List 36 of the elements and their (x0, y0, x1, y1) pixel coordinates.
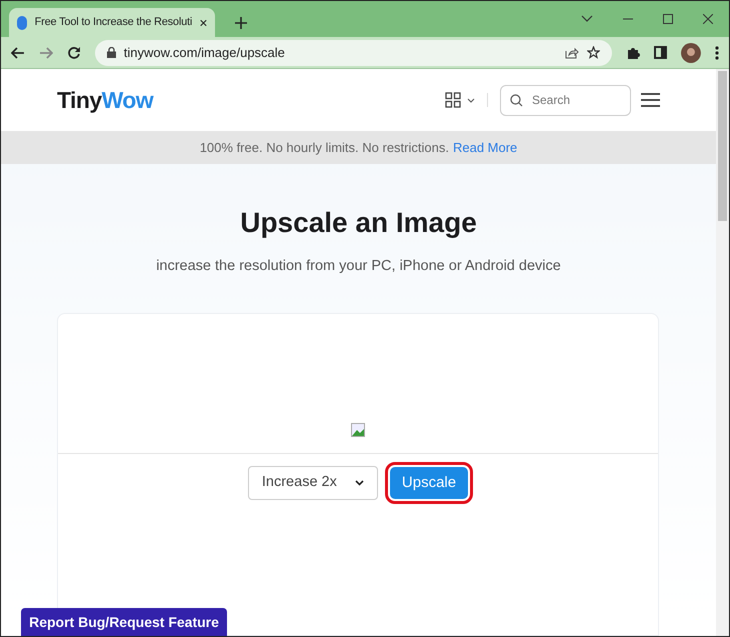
chevron-down-icon[interactable] (581, 15, 593, 23)
forward-icon[interactable] (38, 46, 53, 58)
new-tab-icon[interactable] (235, 17, 247, 29)
menu-icon[interactable] (641, 93, 660, 107)
close-icon[interactable] (200, 18, 207, 28)
chevron-down-icon[interactable] (467, 98, 475, 102)
chevron-down-icon (354, 480, 364, 486)
reload-icon[interactable] (66, 46, 81, 60)
broken-image-icon (351, 422, 365, 437)
lock-icon (106, 47, 116, 58)
back-icon[interactable] (11, 46, 25, 58)
logo[interactable]: TinyWow (57, 82, 154, 118)
banner-text: 100% free. No hourly limits. No restrictions. (200, 138, 449, 157)
more-icon[interactable] (714, 46, 719, 60)
page-title: Upscale an Image (239, 206, 478, 240)
share-icon[interactable] (565, 46, 580, 58)
avatar-icon[interactable] (681, 42, 701, 62)
grid-icon[interactable] (445, 92, 461, 108)
site-icon (17, 16, 27, 30)
side-panel-icon[interactable] (654, 46, 668, 59)
upscale-button[interactable]: Upscale (390, 466, 468, 499)
browser-tab[interactable]: Free Tool to Increase the Resoluti (9, 8, 215, 37)
scrollbar-thumb[interactable] (718, 71, 727, 221)
maximize-icon[interactable] (663, 14, 673, 24)
url-text: tinywow.com/image/upscale (124, 44, 286, 62)
search-field[interactable]: Search (500, 84, 631, 116)
feedback-button[interactable]: Report Bug/Request Feature (21, 608, 227, 636)
page-subtitle: increase the resolution from your PC, iPhone or Android device (155, 257, 562, 276)
close-icon[interactable] (703, 14, 713, 24)
star-icon[interactable] (587, 46, 600, 59)
minimize-icon[interactable] (623, 18, 633, 20)
tab-title: Free Tool to Increase the Resoluti (34, 15, 192, 30)
scale-select[interactable]: Increase 2x (248, 466, 378, 500)
puzzle-icon[interactable] (626, 46, 640, 60)
address-bar[interactable]: tinywow.com/image/upscale (94, 40, 612, 66)
search-icon (510, 94, 523, 106)
